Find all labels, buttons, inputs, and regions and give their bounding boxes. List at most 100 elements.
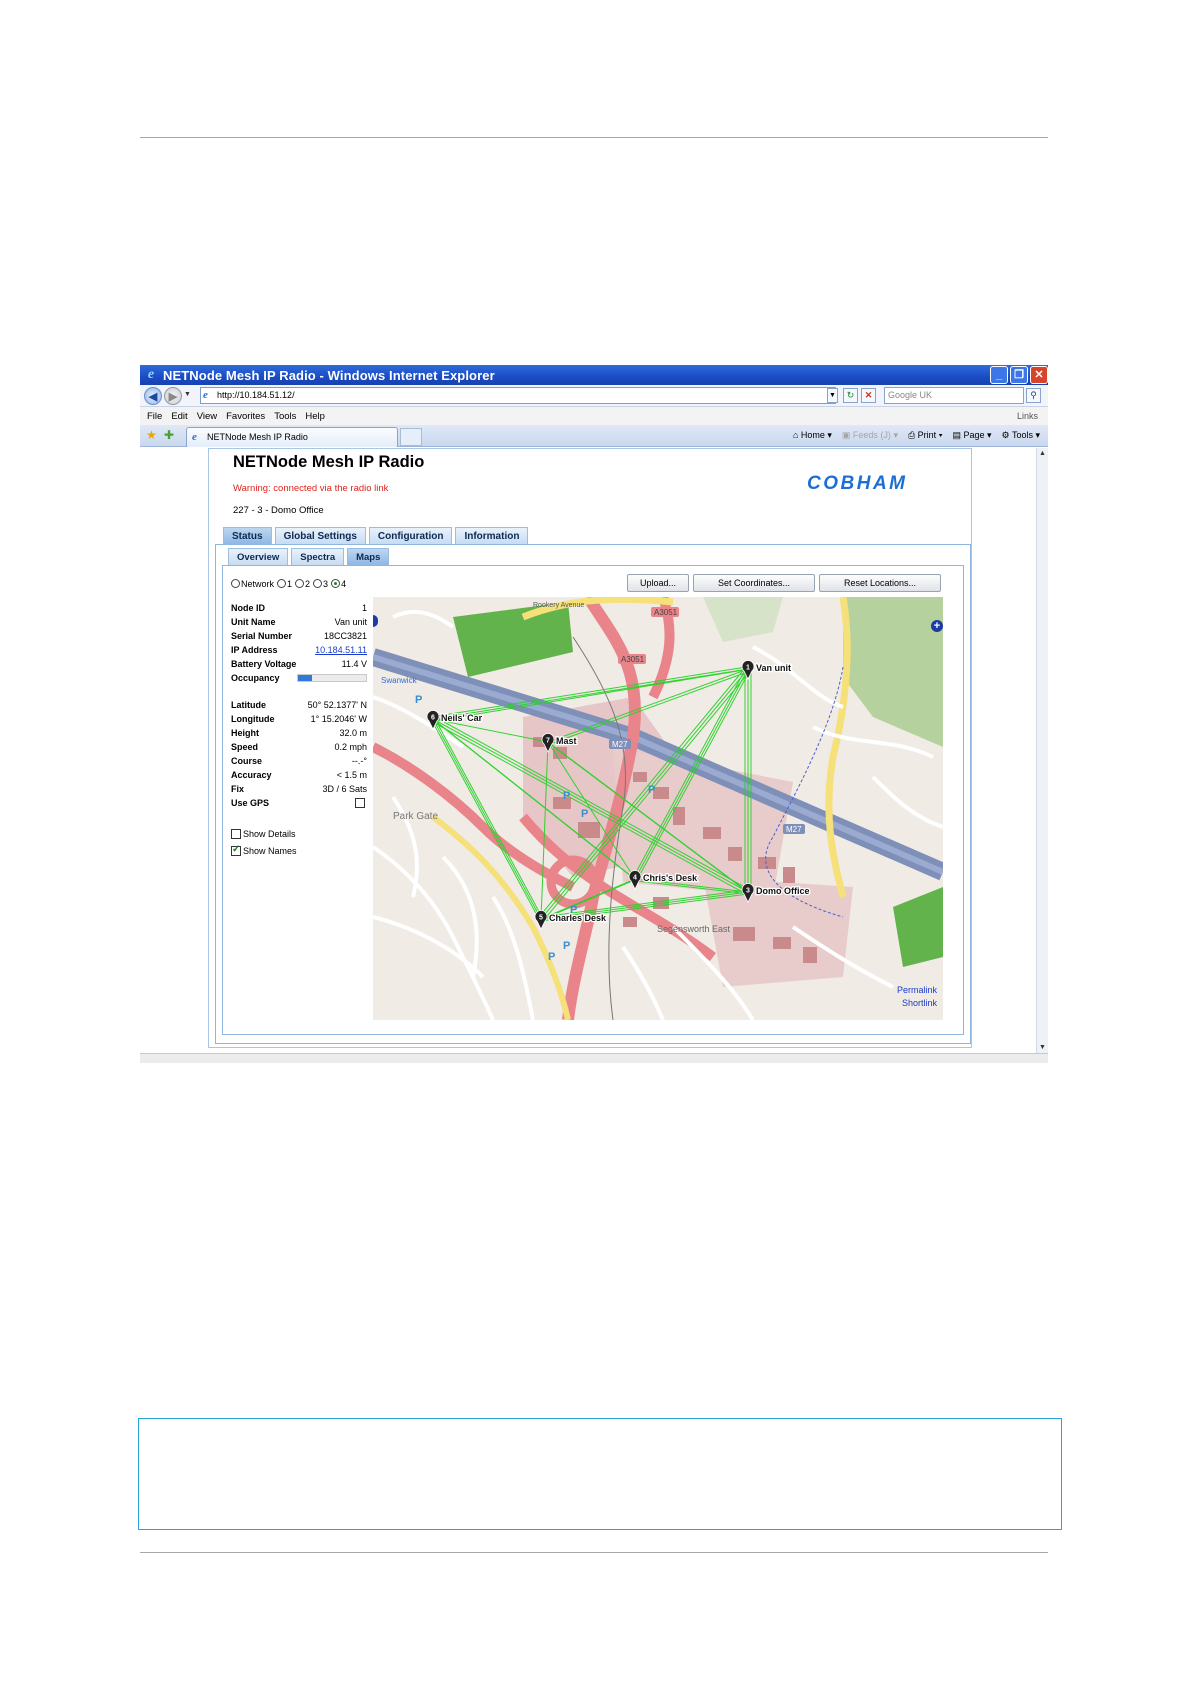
new-tab-button[interactable] bbox=[400, 428, 422, 446]
tab-information[interactable]: Information bbox=[455, 527, 529, 544]
maximize-button[interactable]: ❐ bbox=[1010, 366, 1028, 384]
upload-button[interactable]: Upload... bbox=[627, 574, 689, 592]
node-marker-name: Mast bbox=[556, 736, 577, 746]
height-label: Height bbox=[231, 728, 259, 738]
shortlink-link[interactable]: Shortlink bbox=[897, 997, 937, 1010]
vertical-scrollbar[interactable]: ▲ ▼ bbox=[1036, 448, 1048, 1053]
map-links: Permalink Shortlink bbox=[897, 984, 937, 1010]
url-input[interactable]: e http://10.184.51.12/ bbox=[200, 387, 836, 404]
url-dropdown-button[interactable]: ▼ bbox=[827, 388, 838, 403]
radio-node-1[interactable]: 1 bbox=[277, 579, 292, 589]
show-names-checkbox[interactable] bbox=[231, 844, 241, 856]
road-label-m27-east: M27 bbox=[786, 825, 802, 834]
print-button[interactable]: ⎙ Print ▾ bbox=[908, 430, 943, 441]
node-marker-id: 4 bbox=[633, 875, 637, 882]
maps-panel: Network 1 2 3 4 Upload... Set Coordinate… bbox=[222, 565, 964, 1035]
title-bar: e NETNode Mesh IP Radio - Windows Intern… bbox=[140, 365, 1048, 385]
radio-network[interactable]: Network bbox=[231, 579, 274, 589]
scroll-up-icon[interactable]: ▲ bbox=[1039, 450, 1046, 457]
home-button[interactable]: ⌂ Home ▾ bbox=[793, 430, 832, 441]
radio-link-warning: Warning: connected via the radio link bbox=[233, 483, 389, 494]
menu-view[interactable]: View bbox=[197, 411, 217, 422]
show-details-label: Show Details bbox=[243, 829, 296, 839]
radio-node-2[interactable]: 2 bbox=[295, 579, 310, 589]
tab-maps[interactable]: Maps bbox=[347, 548, 390, 565]
speed-value: 0.2 mph bbox=[334, 742, 367, 752]
svg-text:P: P bbox=[548, 951, 555, 963]
tab-status[interactable]: Status bbox=[223, 527, 272, 544]
refresh-button[interactable]: ↻ bbox=[843, 388, 858, 403]
node-marker-name: Chris's Desk bbox=[643, 873, 698, 883]
feeds-button[interactable]: ▣ Feeds (J) ▾ bbox=[842, 430, 898, 441]
tab-global-settings[interactable]: Global Settings bbox=[274, 527, 366, 544]
links-toolbar[interactable]: Links bbox=[1017, 411, 1038, 421]
unit-name-label: Unit Name bbox=[231, 617, 276, 627]
node-marker-id: 6 bbox=[431, 715, 435, 722]
latitude-label: Latitude bbox=[231, 700, 266, 710]
svg-text:P: P bbox=[648, 784, 655, 796]
zoom-in-icon[interactable]: + bbox=[931, 620, 943, 632]
tools-menu-button[interactable]: ⚙ Tools ▾ bbox=[1002, 430, 1040, 441]
menu-file[interactable]: File bbox=[147, 411, 162, 422]
fix-value: 3D / 6 Sats bbox=[322, 784, 367, 794]
svg-text:P: P bbox=[415, 694, 422, 706]
permalink-link[interactable]: Permalink bbox=[897, 984, 937, 997]
show-names-option[interactable]: Show Names bbox=[231, 844, 367, 859]
fix-label: Fix bbox=[231, 784, 245, 794]
menu-edit[interactable]: Edit bbox=[171, 411, 187, 422]
page-menu-button[interactable]: ▤ Page ▾ bbox=[952, 430, 991, 441]
history-dropdown-icon[interactable]: ▼ bbox=[184, 391, 191, 398]
scroll-down-icon[interactable]: ▼ bbox=[1039, 1044, 1046, 1051]
stop-button[interactable]: ✕ bbox=[861, 388, 876, 403]
ie-logo-icon: e bbox=[147, 367, 155, 382]
browser-tab[interactable]: e NETNode Mesh IP Radio bbox=[186, 427, 398, 447]
add-favorites-icon[interactable]: ✚ bbox=[164, 428, 174, 442]
search-input[interactable]: Google UK bbox=[884, 387, 1024, 404]
place-label-swanwick: Swanwick bbox=[381, 676, 418, 685]
tab-spectra[interactable]: Spectra bbox=[291, 548, 345, 565]
tab-overview[interactable]: Overview bbox=[228, 548, 289, 565]
node-marker-name: Neils' Car bbox=[441, 713, 483, 723]
battery-voltage-label: Battery Voltage bbox=[231, 659, 297, 669]
occupancy-label: Occupancy bbox=[231, 673, 280, 683]
page-title: NETNode Mesh IP Radio bbox=[233, 453, 425, 471]
back-button[interactable]: ◀ bbox=[144, 387, 162, 405]
place-label-segensworth: Segensworth East bbox=[657, 924, 731, 934]
radio-node-4[interactable]: 4 bbox=[331, 579, 346, 589]
show-details-option[interactable]: Show Details bbox=[231, 829, 367, 842]
home-icon: ⌂ bbox=[792, 430, 801, 440]
window-controls: _ ❐ ✕ bbox=[990, 366, 1048, 384]
node-marker-id: 5 bbox=[539, 915, 543, 922]
minimize-button[interactable]: _ bbox=[990, 366, 1008, 384]
node-marker-name: Domo Office bbox=[756, 886, 810, 896]
close-button[interactable]: ✕ bbox=[1030, 366, 1048, 384]
menu-favorites[interactable]: Favorites bbox=[226, 411, 265, 422]
menu-help[interactable]: Help bbox=[305, 411, 325, 422]
browser-window: e NETNode Mesh IP Radio - Windows Intern… bbox=[140, 365, 1048, 1063]
serial-number-value: 18CC3821 bbox=[323, 631, 367, 641]
show-details-checkbox[interactable] bbox=[231, 829, 241, 839]
print-icon: ⎙ bbox=[907, 430, 918, 440]
use-gps-checkbox[interactable] bbox=[355, 798, 365, 808]
set-coordinates-button[interactable]: Set Coordinates... bbox=[693, 574, 815, 592]
place-label-park-gate: Park Gate bbox=[393, 811, 438, 822]
map-view[interactable]: A3051 A3051 M27 M27 Swanwick Park Gate S… bbox=[373, 597, 943, 1020]
menu-tools[interactable]: Tools bbox=[274, 411, 296, 422]
url-text: http://10.184.51.12/ bbox=[217, 390, 295, 400]
favorites-star-icon[interactable]: ★ bbox=[146, 428, 157, 442]
command-bar: ⌂ Home ▾ ▣ Feeds (J) ▾ ⎙ Print ▾ ▤ Page … bbox=[793, 430, 1040, 441]
occupancy-bar bbox=[297, 674, 367, 682]
ip-address-link[interactable]: 10.184.51.11 bbox=[315, 645, 367, 655]
reset-locations-button[interactable]: Reset Locations... bbox=[819, 574, 941, 592]
radio-node-3[interactable]: 3 bbox=[313, 579, 328, 589]
tab-configuration[interactable]: Configuration bbox=[368, 527, 453, 544]
search-icon[interactable]: ⚲ bbox=[1026, 388, 1041, 403]
course-value: --.-° bbox=[351, 756, 367, 766]
longitude-label: Longitude bbox=[231, 714, 275, 724]
road-label-m27-west: M27 bbox=[612, 740, 628, 749]
menu-bar: File Edit View Favorites Tools Help Link… bbox=[140, 407, 1048, 425]
forward-button[interactable]: ▶ bbox=[164, 387, 182, 405]
main-tabs: Status Global Settings Configuration Inf… bbox=[223, 527, 529, 544]
ip-address-label: IP Address bbox=[231, 645, 278, 655]
battery-voltage-value: 11.4 V bbox=[341, 659, 367, 669]
